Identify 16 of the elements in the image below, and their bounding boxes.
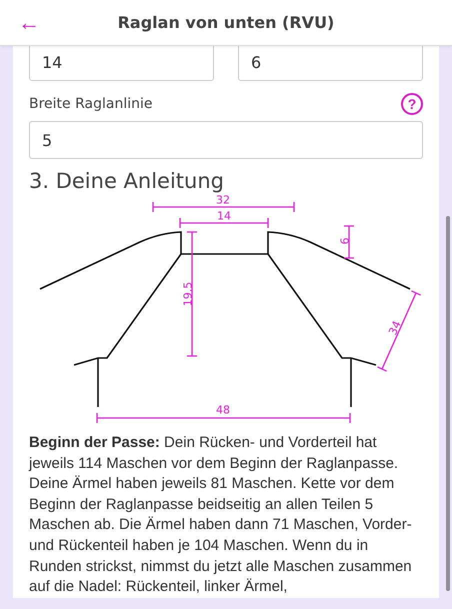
scrollbar[interactable] — [446, 216, 450, 591]
section-heading: 3. Deine Anleitung — [29, 169, 225, 193]
dimension-label: 19,5 — [182, 282, 194, 306]
number-field[interactable]: 5 — [29, 121, 423, 159]
instructions-paragraph: Beginn der Passe: Dein Rücken- und Vorderteil hat jeweils 114 Maschen vor dem Beginn der Raglanpasse. Deine Ärmel haben jeweils 81 Maschen. Kette vor dem Beginn der Raglanpasse beidseitig an allen Teilen 5 Maschen ab. Die Ärmel haben dann 71 Maschen, Vorder- und Rückenteil haben je 104 Maschen. Wenn du in Runden strickst, nimmst du jetzt alle Maschen zusammen auf die Nadel: Rückenteil, linker Ärmel, — [29, 433, 413, 598]
number-field[interactable]: 6 — [238, 46, 423, 81]
dimension-label: 48 — [216, 404, 230, 416]
dimension-label: 6 — [338, 238, 352, 244]
dimension-label: 14 — [217, 210, 231, 222]
number-field[interactable]: 14 — [29, 46, 214, 81]
page-title: Raglan von unten (RVU) — [118, 13, 334, 32]
field-label: Breite Raglanlinie — [29, 96, 152, 112]
back-button[interactable]: ← — [10, 12, 48, 34]
help-button[interactable]: ? — [401, 93, 423, 115]
dimension-label: 32 — [216, 194, 230, 206]
dimension-label: 34 — [386, 318, 404, 338]
